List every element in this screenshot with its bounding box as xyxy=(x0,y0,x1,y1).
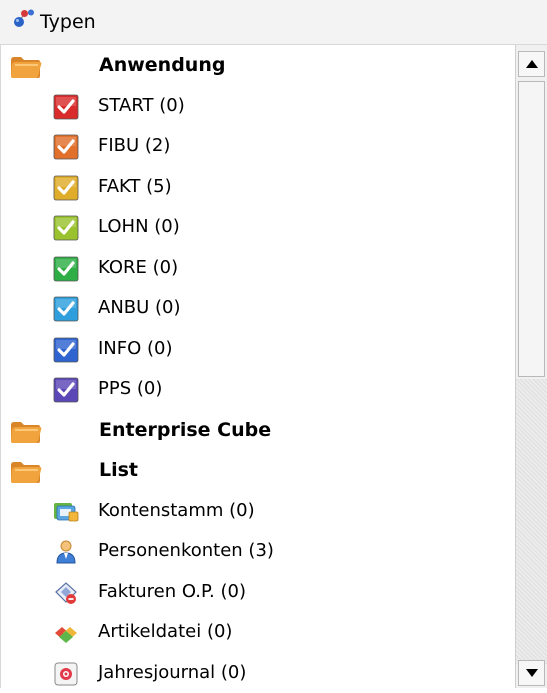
tree-group-label: Enterprise Cube xyxy=(99,418,272,441)
tree-item-row[interactable]: FIBU (2) xyxy=(1,126,516,166)
arrow-down-icon xyxy=(526,669,538,677)
tree-item-row[interactable]: INFO (0) xyxy=(1,329,516,369)
scroll-track[interactable] xyxy=(516,379,547,664)
tree-group-row[interactable]: Anwendung xyxy=(1,45,516,85)
check-icon xyxy=(53,296,79,322)
tree-item-label: Artikeldatei (0) xyxy=(98,621,233,642)
folder-icon xyxy=(11,57,42,78)
tree-group-row[interactable]: Enterprise Cube xyxy=(1,410,516,450)
folder-icon xyxy=(11,421,42,443)
tree-item-label: FIBU (2) xyxy=(98,135,171,156)
tree-item-row[interactable]: ANBU (0) xyxy=(1,288,516,328)
journal-icon xyxy=(54,662,78,685)
person-icon xyxy=(56,540,76,564)
tree-item-label: KORE (0) xyxy=(98,256,179,278)
tree-item-label: PPS (0) xyxy=(98,378,163,399)
vertical-scrollbar[interactable] xyxy=(515,45,547,688)
tree-item-row[interactable]: LOHN (0) xyxy=(1,207,516,247)
types-panel: Typen Anwendung START (0) FIBU (2) FAKT (5)… xyxy=(0,0,547,688)
check-icon xyxy=(53,175,79,200)
tree-group-label: List xyxy=(99,459,139,481)
tree-item-row[interactable]: START (0) xyxy=(1,86,516,126)
check-icon xyxy=(53,134,79,160)
tree-item-label: START (0) xyxy=(98,94,185,116)
account-master-icon xyxy=(54,502,79,521)
article-file-icon xyxy=(55,627,77,643)
tree-item-row[interactable]: KORE (0) xyxy=(1,248,516,288)
tree-item-label: FAKT (5) xyxy=(98,175,172,197)
tree-item-row[interactable]: Artikeldatei (0) xyxy=(1,612,516,652)
types-molecule-icon xyxy=(14,9,34,27)
panel-title: Typen xyxy=(40,11,96,33)
tree-item-row[interactable]: FAKT (5) xyxy=(1,167,516,207)
tree-item-row[interactable]: Fakturen O.P. (0) xyxy=(1,572,516,612)
tree-item-label: ANBU (0) xyxy=(98,297,181,318)
check-icon xyxy=(53,215,79,241)
folder-icon xyxy=(11,462,42,483)
check-icon xyxy=(53,256,79,281)
tree-group-row[interactable]: List xyxy=(1,450,516,490)
tree-item-row[interactable]: Kontenstamm (0) xyxy=(1,491,516,531)
tree-item-row[interactable]: Personenkonten (3) xyxy=(1,531,516,571)
tree-item-row[interactable]: PPS (0) xyxy=(1,369,516,409)
tree-item-label: Kontenstamm (0) xyxy=(98,499,255,521)
check-icon xyxy=(53,94,79,119)
invoice-icon xyxy=(55,581,77,604)
tree-item-label: LOHN (0) xyxy=(98,216,180,237)
scroll-down-button[interactable] xyxy=(518,660,545,686)
type-tree: Anwendung START (0) FIBU (2) FAKT (5) LOHN (… xyxy=(0,45,516,688)
arrow-up-icon xyxy=(526,60,538,68)
tree-item-label: Fakturen O.P. (0) xyxy=(98,580,246,602)
scroll-up-button[interactable] xyxy=(518,51,545,77)
tree-group-label: Anwendung xyxy=(99,54,226,76)
tree-item-label: INFO (0) xyxy=(98,337,173,359)
tree-item-label: Jahresjournal (0) xyxy=(98,661,247,683)
check-icon xyxy=(53,337,79,362)
panel-header: Typen xyxy=(0,0,547,45)
tree-item-label: Personenkonten (3) xyxy=(98,540,274,561)
tree-item-row[interactable]: Jahresjournal (0) xyxy=(1,653,516,693)
check-icon xyxy=(53,377,79,403)
scroll-thumb[interactable] xyxy=(518,81,545,377)
